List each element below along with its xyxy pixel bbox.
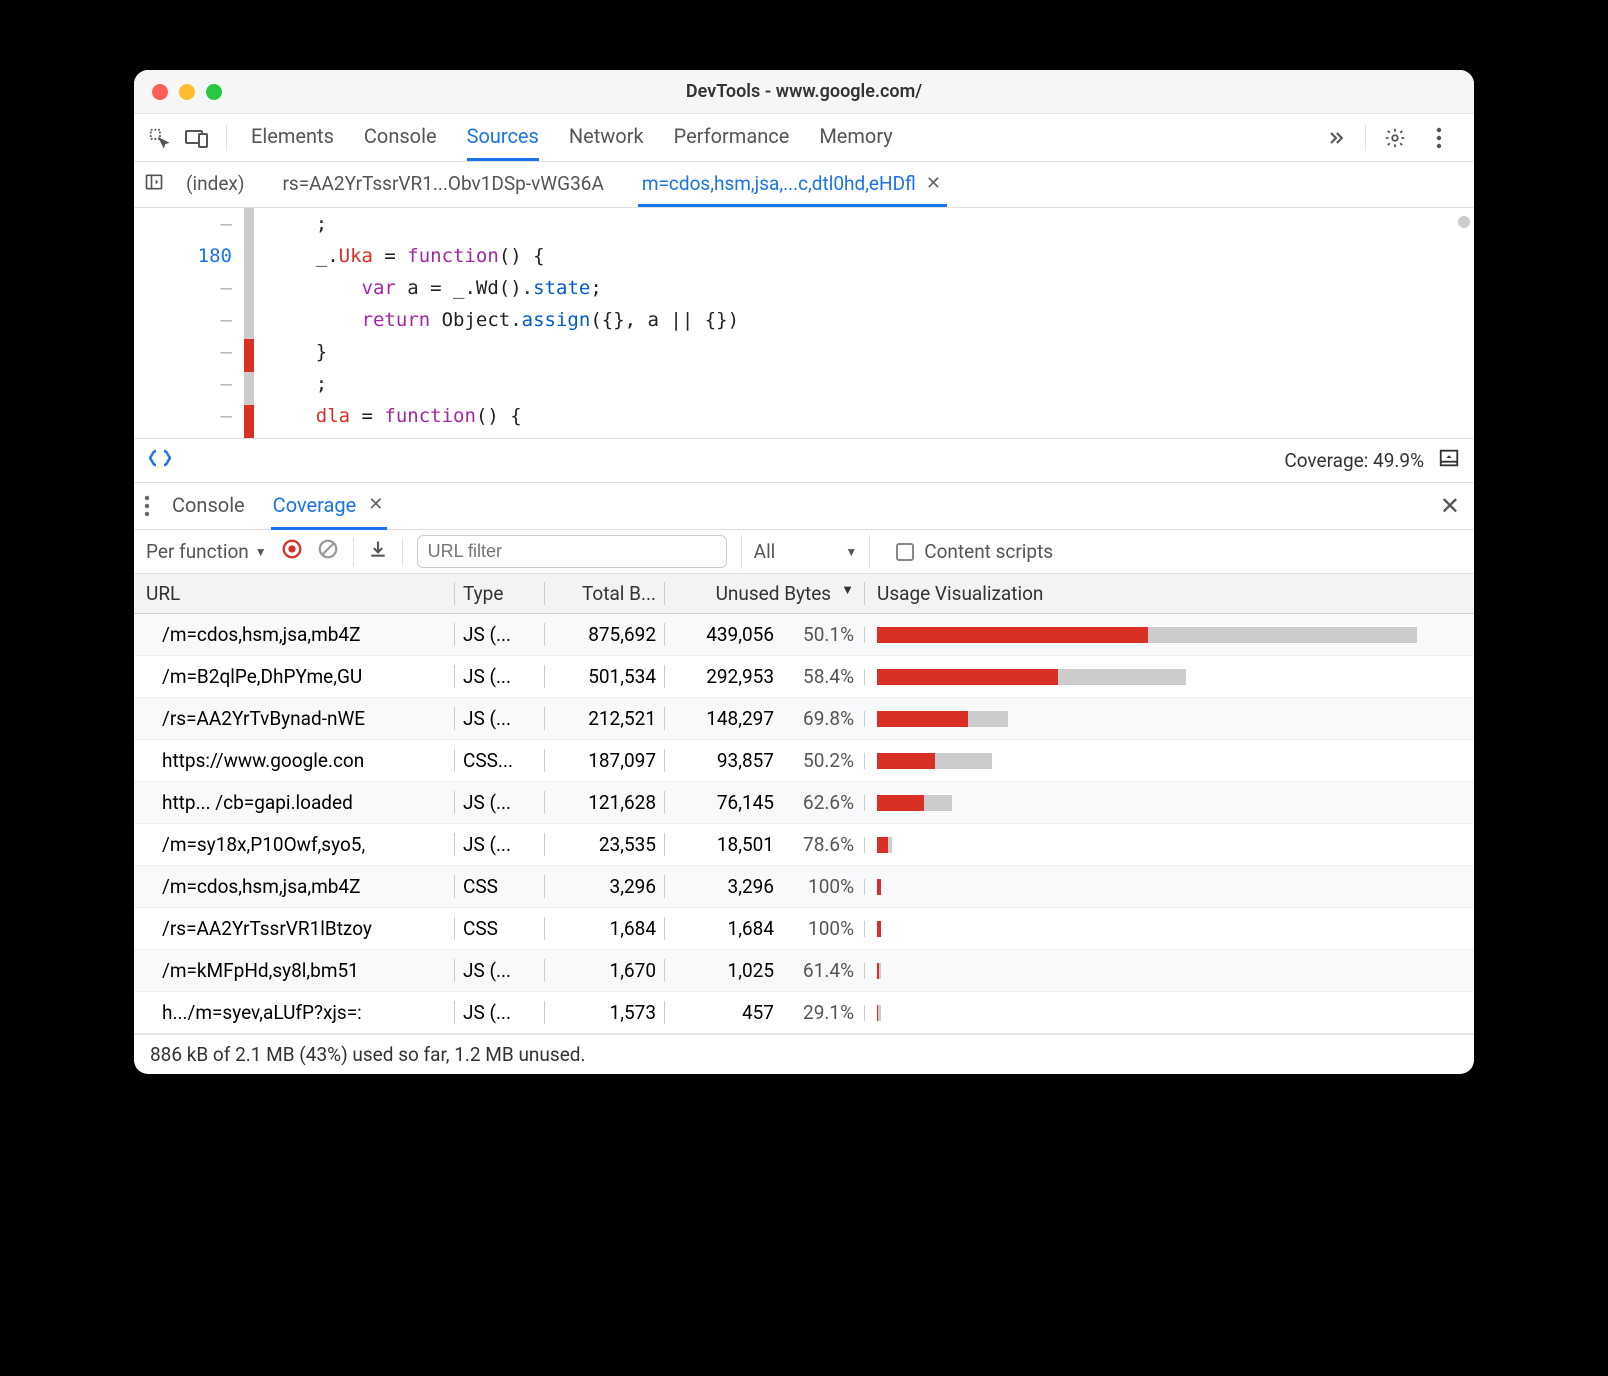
pretty-print-icon[interactable]	[148, 448, 172, 473]
coverage-row[interactable]: https://www.google.conCSS...187,09793,85…	[134, 740, 1474, 782]
maximize-window-button[interactable]	[206, 84, 222, 100]
coverage-scope-dropdown[interactable]: Per function ▼	[146, 540, 267, 563]
coverage-row[interactable]: /m=sy18x,P10Owf,syo5,JS (...23,53518,501…	[134, 824, 1474, 866]
main-tabs: Elements Console Sources Network Performance…	[241, 114, 1313, 161]
col-header-total-bytes[interactable]: Total B...	[544, 582, 664, 605]
titlebar: DevTools - www.google.com/	[134, 70, 1474, 114]
main-toolbar: Elements Console Sources Network Performance…	[134, 114, 1474, 162]
settings-icon[interactable]	[1380, 123, 1410, 153]
minimize-window-button[interactable]	[179, 84, 195, 100]
url-filter-input[interactable]	[417, 535, 727, 568]
window-title: DevTools - www.google.com/	[134, 81, 1474, 102]
close-window-button[interactable]	[152, 84, 168, 100]
close-tab-icon[interactable]: ✕	[924, 173, 943, 194]
file-tab[interactable]: (index)	[182, 163, 248, 207]
drawer-more-icon[interactable]	[144, 495, 150, 517]
coverage-strip	[244, 208, 254, 438]
coverage-row[interactable]: /rs=AA2YrTvBynad-nWEJS (...212,521148,29…	[134, 698, 1474, 740]
overflow-tabs-icon[interactable]	[1321, 123, 1351, 153]
code-lines: ; _.Uka = function() { var a = _.Wd().st…	[254, 208, 1474, 438]
coverage-table: URL Type Total B... Unused Bytes▼ Usage …	[134, 574, 1474, 1034]
line-gutter: – 180 – – – – –	[134, 208, 244, 438]
type-filter-dropdown[interactable]: All ▼	[741, 535, 871, 569]
source-code-viewer[interactable]: – 180 – – – – – ; _.Uka = function() { v…	[134, 208, 1474, 438]
export-icon[interactable]	[368, 539, 388, 564]
coverage-percent-label: Coverage: 49.9%	[1284, 449, 1424, 472]
drawer-tab-coverage[interactable]: Coverage✕	[271, 483, 388, 530]
col-header-visualization[interactable]: Usage Visualization	[864, 582, 1474, 605]
tab-performance[interactable]: Performance	[674, 114, 790, 161]
device-toggle-icon[interactable]	[182, 123, 212, 153]
tab-memory[interactable]: Memory	[819, 114, 892, 161]
drawer-close-icon[interactable]: ✕	[1440, 492, 1460, 520]
record-icon[interactable]	[281, 538, 303, 565]
coverage-row[interactable]: h.../m=syev,aLUfP?xjs=:JS (...1,57345729…	[134, 992, 1474, 1034]
content-scripts-checkbox[interactable]: Content scripts	[884, 540, 1053, 563]
show-navigator-icon[interactable]	[144, 172, 164, 197]
coverage-row[interactable]: /m=B2qlPe,DhPYme,GUJS (...501,534292,953…	[134, 656, 1474, 698]
coverage-row[interactable]: /m=kMFpHd,sy8l,bm51JS (...1,6701,02561.4…	[134, 950, 1474, 992]
coverage-summary-footer: 886 kB of 2.1 MB (43%) used so far, 1.2 …	[134, 1034, 1474, 1074]
coverage-row[interactable]: /rs=AA2YrTssrVR1lBtzoyCSS1,6841,684100%	[134, 908, 1474, 950]
col-header-type[interactable]: Type	[454, 582, 544, 605]
tab-network[interactable]: Network	[569, 114, 644, 161]
drawer-tabs: Console Coverage✕ ✕	[134, 482, 1474, 530]
coverage-table-header: URL Type Total B... Unused Bytes▼ Usage …	[134, 574, 1474, 614]
coverage-row[interactable]: /m=cdos,hsm,jsa,mb4ZJS (...875,692439,05…	[134, 614, 1474, 656]
close-drawer-tab-icon[interactable]: ✕	[366, 494, 385, 515]
tab-elements[interactable]: Elements	[251, 114, 334, 161]
source-file-tabs: (index) rs=AA2YrTssrVR1...Obv1DSp-vWG36A m…	[134, 162, 1474, 208]
coverage-row[interactable]: http... /cb=gapi.loadedJS (...121,62876,…	[134, 782, 1474, 824]
tab-console[interactable]: Console	[364, 114, 437, 161]
col-header-unused-bytes[interactable]: Unused Bytes▼	[664, 582, 864, 605]
file-tab[interactable]: rs=AA2YrTssrVR1...Obv1DSp-vWG36A	[278, 163, 607, 207]
coverage-toolbar: Per function ▼ All ▼ Content scripts	[134, 530, 1474, 574]
inspect-icon[interactable]	[144, 123, 174, 153]
coverage-row[interactable]: /m=cdos,hsm,jsa,mb4ZCSS3,2963,296100%	[134, 866, 1474, 908]
vertical-scrollbar-thumb[interactable]	[1458, 216, 1470, 228]
collapse-drawer-icon[interactable]	[1438, 447, 1460, 474]
window-controls	[134, 84, 222, 100]
tab-sources[interactable]: Sources	[467, 114, 539, 161]
drawer-tab-console[interactable]: Console	[170, 483, 247, 530]
clear-icon[interactable]	[317, 538, 339, 565]
col-header-url[interactable]: URL	[134, 582, 454, 605]
source-status-bar: Coverage: 49.9%	[134, 438, 1474, 482]
devtools-window: DevTools - www.google.com/ Elements Conso…	[134, 70, 1474, 1074]
file-tab[interactable]: m=cdos,hsm,jsa,...c,dtl0hd,eHDfl✕	[638, 163, 947, 207]
more-menu-icon[interactable]	[1424, 123, 1454, 153]
